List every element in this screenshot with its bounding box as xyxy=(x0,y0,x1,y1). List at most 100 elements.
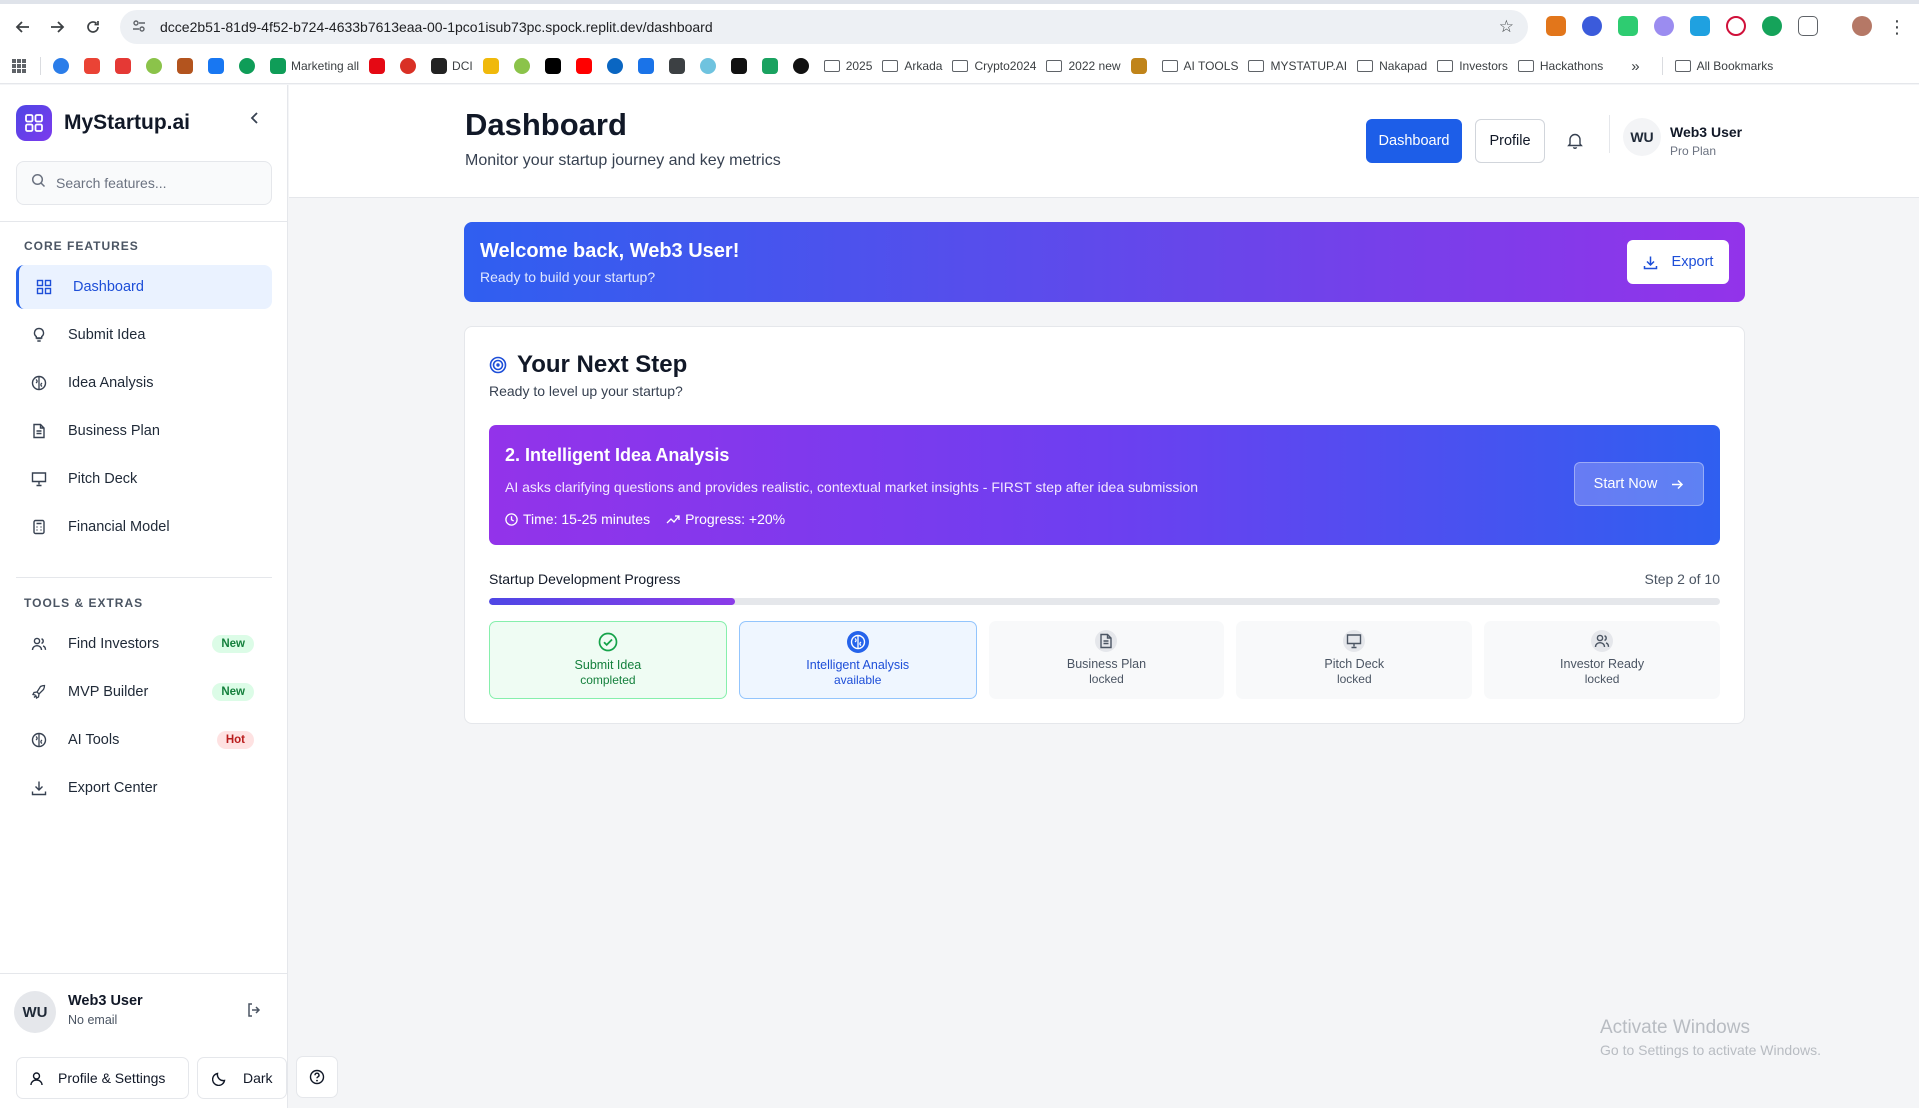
profile-avatar-icon[interactable] xyxy=(1852,16,1872,36)
sidebar-item-financial-model[interactable]: Financial Model xyxy=(16,505,272,549)
divider xyxy=(0,221,288,222)
bookmark-item[interactable] xyxy=(761,56,783,76)
apps-grid-icon[interactable] xyxy=(12,56,26,76)
bell-icon[interactable] xyxy=(1567,132,1583,154)
dark-mode-button[interactable]: Dark xyxy=(197,1057,287,1099)
reload-icon[interactable] xyxy=(80,14,106,40)
document-icon xyxy=(30,422,48,440)
export-button[interactable]: Export xyxy=(1627,240,1729,284)
logout-icon[interactable] xyxy=(246,1002,262,1023)
next-step-title: Your Next Step xyxy=(517,351,688,378)
brand[interactable]: MyStartup.ai xyxy=(16,105,190,141)
progress-step-submit-idea[interactable]: Submit Idea completed xyxy=(489,621,727,699)
sidebar-item-dashboard[interactable]: Dashboard xyxy=(16,265,272,309)
page-header: Dashboard Monitor your startup journey a… xyxy=(289,85,1919,198)
next-step-heading: Your Next Step xyxy=(489,351,687,379)
back-icon[interactable] xyxy=(10,14,36,40)
bookmark-item[interactable] xyxy=(513,56,535,76)
sidebar-item-export-center[interactable]: Export Center xyxy=(16,766,272,810)
bookmark-item[interactable] xyxy=(792,56,814,76)
user-avatar[interactable]: WU xyxy=(14,991,56,1033)
extension-icon[interactable] xyxy=(1618,16,1638,36)
bookmark-item[interactable] xyxy=(637,56,659,76)
bookmark-item[interactable]: MYSTATUP.AI xyxy=(1248,56,1347,76)
bookmark-item[interactable]: 2022 new xyxy=(1046,56,1121,76)
sidebar-item-label: Business Plan xyxy=(68,423,160,439)
bookmarks-bar: Marketing all DCI 2025 Arkada Crypto2024 2022… xyxy=(0,52,1919,80)
extensions-puzzle-icon[interactable] xyxy=(1798,16,1818,36)
grammarly-extension-icon[interactable] xyxy=(1762,16,1782,36)
more-bookmarks-button[interactable]: » xyxy=(1631,56,1639,76)
bookmark-item[interactable] xyxy=(400,56,421,76)
bookmark-item[interactable] xyxy=(575,56,597,76)
collapse-sidebar-icon[interactable] xyxy=(248,111,262,130)
bookmark-item[interactable] xyxy=(115,56,136,76)
dashboard-button[interactable]: Dashboard xyxy=(1366,119,1462,163)
step-name: Intelligent Analysis xyxy=(806,658,910,672)
bookmark-item[interactable] xyxy=(730,56,752,76)
user-email: No email xyxy=(68,1013,118,1027)
bookmark-star-icon[interactable]: ☆ xyxy=(1499,17,1514,37)
sidebar-item-business-plan[interactable]: Business Plan xyxy=(16,409,272,453)
help-button[interactable] xyxy=(296,1056,338,1098)
bookmark-item[interactable] xyxy=(1130,56,1152,76)
progress-step-pitch-deck[interactable]: Pitch Deck locked xyxy=(1236,621,1473,699)
all-bookmarks-button[interactable]: All Bookmarks xyxy=(1674,56,1773,76)
folder-icon xyxy=(1437,60,1454,72)
extension-icon[interactable] xyxy=(1690,16,1710,36)
bookmark-item[interactable]: Marketing all xyxy=(270,56,359,76)
bookmark-item[interactable] xyxy=(146,56,167,76)
profile-button[interactable]: Profile xyxy=(1475,119,1545,163)
bookmark-item[interactable] xyxy=(53,56,74,76)
sidebar-item-pitch-deck[interactable]: Pitch Deck xyxy=(16,457,272,501)
start-now-button[interactable]: Start Now xyxy=(1574,462,1704,506)
globe-icon xyxy=(668,58,685,74)
progress-step-business-plan[interactable]: Business Plan locked xyxy=(988,621,1225,699)
menu-kebab-icon[interactable]: ⋮ xyxy=(1884,14,1910,40)
bookmark-item[interactable] xyxy=(84,56,105,76)
bookmark-label: Marketing all xyxy=(291,59,360,73)
sidebar-item-find-investors[interactable]: Find Investors New xyxy=(16,622,272,666)
bookmark-label: Crypto2024 xyxy=(974,59,1037,73)
block-extension-icon[interactable] xyxy=(1726,16,1746,36)
bookmark-item[interactable] xyxy=(699,56,721,76)
metamask-extension-icon[interactable] xyxy=(1546,16,1566,36)
header-avatar[interactable]: WU xyxy=(1623,118,1661,156)
bookmark-item[interactable]: 2025 xyxy=(823,56,872,76)
bookmark-item[interactable] xyxy=(369,56,390,76)
bookmark-item[interactable]: Investors xyxy=(1437,56,1508,76)
bookmark-item[interactable]: Hackathons xyxy=(1517,56,1603,76)
bookmark-item[interactable] xyxy=(544,56,566,76)
progress-step-intelligent-analysis[interactable]: Intelligent Analysis available xyxy=(738,621,977,699)
progress-step-investor-ready[interactable]: Investor Ready locked xyxy=(1484,621,1720,699)
extension-icon[interactable] xyxy=(1654,16,1674,36)
d-app-icon xyxy=(115,58,131,74)
profile-settings-button[interactable]: Profile & Settings xyxy=(16,1057,189,1099)
folder-icon xyxy=(1248,60,1265,72)
address-bar[interactable]: dcce2b51-81d9-4f52-b724-4633b7613eaa-00-… xyxy=(120,10,1528,44)
bookmark-item[interactable]: Arkada xyxy=(882,56,942,76)
bookmark-item[interactable] xyxy=(239,56,260,76)
sidebar-item-submit-idea[interactable]: Submit Idea xyxy=(16,313,272,357)
next-step-banner: 2. Intelligent Idea Analysis AI asks cla… xyxy=(489,425,1720,545)
users-icon xyxy=(30,635,48,653)
bookmark-item[interactable] xyxy=(606,56,628,76)
bookmark-item[interactable] xyxy=(482,56,504,76)
forward-icon[interactable] xyxy=(44,14,70,40)
extension-icon[interactable] xyxy=(1582,16,1602,36)
url-text[interactable]: dcce2b51-81d9-4f52-b724-4633b7613eaa-00-… xyxy=(160,19,713,35)
step-status: locked xyxy=(1089,672,1124,686)
bookmark-item[interactable] xyxy=(177,56,198,76)
search-input[interactable] xyxy=(56,175,256,191)
bookmark-item[interactable] xyxy=(208,56,229,76)
bookmark-item[interactable]: Nakapad xyxy=(1357,56,1427,76)
bookmark-item[interactable]: Crypto2024 xyxy=(952,56,1036,76)
site-info-icon[interactable] xyxy=(132,19,152,36)
windows-activation-watermark: Activate Windows Go to Settings to activ… xyxy=(1600,1017,1821,1058)
sidebar-item-idea-analysis[interactable]: Idea Analysis xyxy=(16,361,272,405)
sidebar-item-mvp-builder[interactable]: MVP Builder New xyxy=(16,670,272,714)
sidebar-item-ai-tools[interactable]: AI Tools Hot xyxy=(16,718,272,762)
bookmark-item[interactable] xyxy=(668,56,690,76)
bookmark-item[interactable]: DCI xyxy=(431,56,473,76)
bookmark-item[interactable]: AI TOOLS xyxy=(1161,56,1238,76)
